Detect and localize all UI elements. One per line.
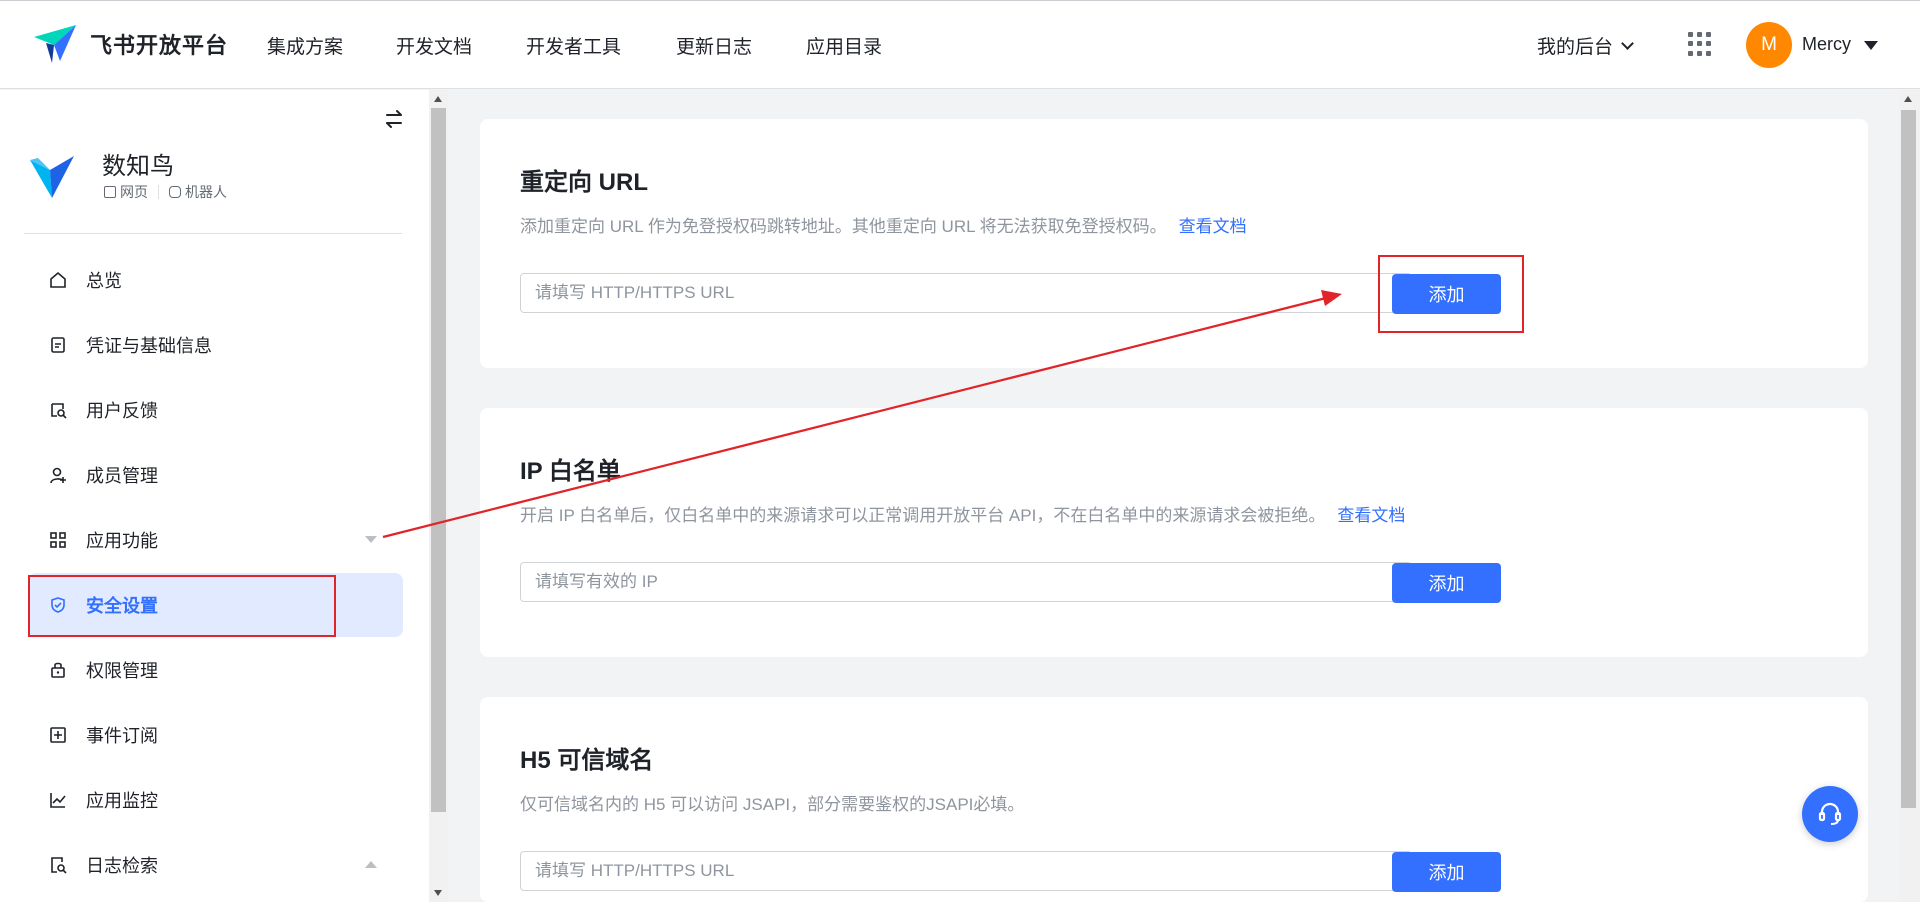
ip-whitelist-docs-link[interactable]: 查看文档 <box>1337 506 1405 525</box>
nav-integration-solutions[interactable]: 集成方案 <box>267 32 343 59</box>
h5-trusted-domain-input[interactable] <box>520 851 1412 891</box>
member-icon <box>48 465 68 485</box>
ip-whitelist-desc-text: 开启 IP 白名单后，仅白名单中的来源请求可以正常调用开放平台 API，不在白名… <box>520 506 1326 525</box>
headset-icon <box>1818 802 1842 825</box>
sidebar-item-label: 凭证与基础信息 <box>86 336 212 356</box>
ip-whitelist-input[interactable] <box>520 562 1412 602</box>
nav-dev-docs[interactable]: 开发文档 <box>396 32 472 59</box>
app-grid-icon[interactable] <box>1688 32 1712 56</box>
event-icon <box>48 725 68 745</box>
sidebar-item-app-features[interactable]: 应用功能 <box>28 508 403 572</box>
ip-whitelist-add-button[interactable]: 添加 <box>1392 563 1501 603</box>
h5-trusted-domain-card: H5 可信域名 仅可信域名内的 H5 可以访问 JSAPI，部分需要鉴权的JSA… <box>480 697 1868 902</box>
redirect-url-card: 重定向 URL 添加重定向 URL 作为免登授权码跳转地址。其他重定向 URL … <box>480 119 1868 368</box>
caret-down-icon[interactable] <box>1864 41 1878 50</box>
sidebar-item-credentials[interactable]: 凭证与基础信息 <box>28 313 403 377</box>
sidebar-item-label: 事件订阅 <box>86 726 158 746</box>
customer-service-button[interactable] <box>1802 786 1858 842</box>
app-name: 数知鸟 <box>102 153 174 180</box>
redirect-url-description: 添加重定向 URL 作为免登授权码跳转地址。其他重定向 URL 将无法获取免登授… <box>520 212 1247 237</box>
sidebar-item-log-search[interactable]: 日志检索 <box>28 833 403 897</box>
redirect-url-title: 重定向 URL <box>520 169 648 196</box>
redirect-url-desc-text: 添加重定向 URL 作为免登授权码跳转地址。其他重定向 URL 将无法获取免登授… <box>520 217 1167 236</box>
webpage-icon <box>104 186 116 198</box>
sidebar-scroll-thumb[interactable] <box>431 108 446 812</box>
brand-logo[interactable]: 飞书开放平台 <box>32 21 228 67</box>
sidebar-item-members[interactable]: 成员管理 <box>28 443 403 507</box>
brand-name: 飞书开放平台 <box>90 33 229 58</box>
redirect-url-input[interactable] <box>520 273 1412 313</box>
sidebar: 数知鸟 网页 机器人 总览 凭证与基础信息 用户反馈 成员管理 应用功能 安全设… <box>0 90 429 902</box>
tag-robot: 机器人 <box>185 184 227 200</box>
ip-whitelist-title: IP 白名单 <box>520 458 621 485</box>
sidebar-item-label: 日志检索 <box>86 856 158 876</box>
home-icon <box>48 270 68 290</box>
sidebar-item-label: 权限管理 <box>86 661 158 681</box>
h5-trusted-domain-add-button[interactable]: 添加 <box>1392 852 1501 892</box>
console-dropdown[interactable]: 我的后台 <box>1537 32 1634 59</box>
log-search-icon <box>48 855 68 875</box>
h5-trusted-domain-description: 仅可信域名内的 H5 可以访问 JSAPI，部分需要鉴权的JSAPI必填。 <box>520 795 1025 814</box>
sidebar-item-label: 应用功能 <box>86 531 158 551</box>
top-navigation-bar: 飞书开放平台 集成方案 开发文档 开发者工具 更新日志 应用目录 我的后台 M … <box>0 0 1920 89</box>
main-scroll-thumb[interactable] <box>1901 110 1916 808</box>
annotation-box-add-button <box>1378 255 1524 333</box>
scroll-up-arrow-icon[interactable] <box>434 96 442 102</box>
scroll-up-arrow-icon[interactable] <box>1904 96 1912 102</box>
sidebar-divider <box>24 233 402 234</box>
sidebar-item-monitoring[interactable]: 应用监控 <box>28 768 403 832</box>
feedback-icon <box>48 400 68 420</box>
sidebar-item-label: 成员管理 <box>86 466 158 486</box>
avatar[interactable]: M <box>1746 22 1792 68</box>
sidebar-item-label: 用户反馈 <box>86 401 158 421</box>
sidebar-scrollbar[interactable] <box>429 90 448 902</box>
nav-changelog[interactable]: 更新日志 <box>676 32 752 59</box>
redirect-url-docs-link[interactable]: 查看文档 <box>1179 217 1247 236</box>
sidebar-item-feedback[interactable]: 用户反馈 <box>28 378 403 442</box>
sidebar-item-label: 应用监控 <box>86 791 158 811</box>
scroll-down-arrow-icon[interactable] <box>434 890 442 896</box>
lock-icon <box>48 660 68 680</box>
ip-whitelist-description: 开启 IP 白名单后，仅白名单中的来源请求可以正常调用开放平台 API，不在白名… <box>520 501 1405 526</box>
main-scrollbar[interactable] <box>1899 90 1920 902</box>
sidebar-item-permissions[interactable]: 权限管理 <box>28 638 403 702</box>
sidebar-item-event-subscription[interactable]: 事件订阅 <box>28 703 403 767</box>
app-tags: 网页 机器人 <box>104 182 227 202</box>
tag-webpage: 网页 <box>120 184 148 200</box>
collapse-arrow-icon[interactable] <box>365 861 377 868</box>
chart-icon <box>48 790 68 810</box>
annotation-box-security <box>28 575 336 637</box>
expand-arrow-icon[interactable] <box>365 536 377 543</box>
username[interactable]: Mercy <box>1802 34 1851 55</box>
console-label: 我的后台 <box>1537 37 1614 58</box>
robot-icon <box>169 186 181 198</box>
credential-icon <box>48 335 68 355</box>
sidebar-item-overview[interactable]: 总览 <box>28 248 403 312</box>
h5-trusted-domain-title: H5 可信域名 <box>520 747 654 774</box>
ip-whitelist-card: IP 白名单 开启 IP 白名单后，仅白名单中的来源请求可以正常调用开放平台 A… <box>480 408 1868 657</box>
nav-app-directory[interactable]: 应用目录 <box>806 32 882 59</box>
feishu-logo-icon <box>34 25 76 63</box>
collapse-sidebar-icon[interactable] <box>383 109 405 129</box>
nav-dev-tools[interactable]: 开发者工具 <box>526 32 621 59</box>
chevron-down-icon <box>1621 36 1634 50</box>
sidebar-item-label: 总览 <box>86 271 122 291</box>
apps-icon <box>48 530 68 550</box>
app-logo-icon <box>30 156 74 198</box>
